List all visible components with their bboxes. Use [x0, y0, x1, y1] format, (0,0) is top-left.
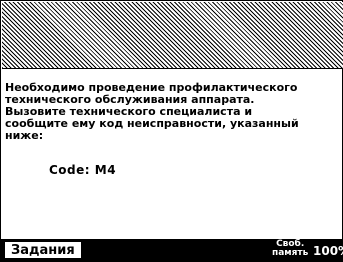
- maintenance-message: Необходимо проведение профилактического …: [5, 82, 339, 142]
- error-code: Code: M4: [49, 163, 117, 177]
- free-memory-label: Своб. память: [272, 240, 308, 258]
- message-line: ниже:: [5, 129, 44, 142]
- message-line: сообщите ему код неисправности, указанны…: [5, 117, 299, 130]
- free-memory-label-line: память: [272, 248, 309, 258]
- header-divider: [2, 68, 343, 69]
- jobs-button[interactable]: Задания: [4, 241, 82, 259]
- free-memory-value: 100%: [313, 244, 343, 258]
- screen: Необходимо проведение профилактического …: [0, 0, 343, 262]
- header-hatch-pattern: [2, 2, 343, 68]
- status-bar: Задания Своб. память 100%: [1, 239, 343, 261]
